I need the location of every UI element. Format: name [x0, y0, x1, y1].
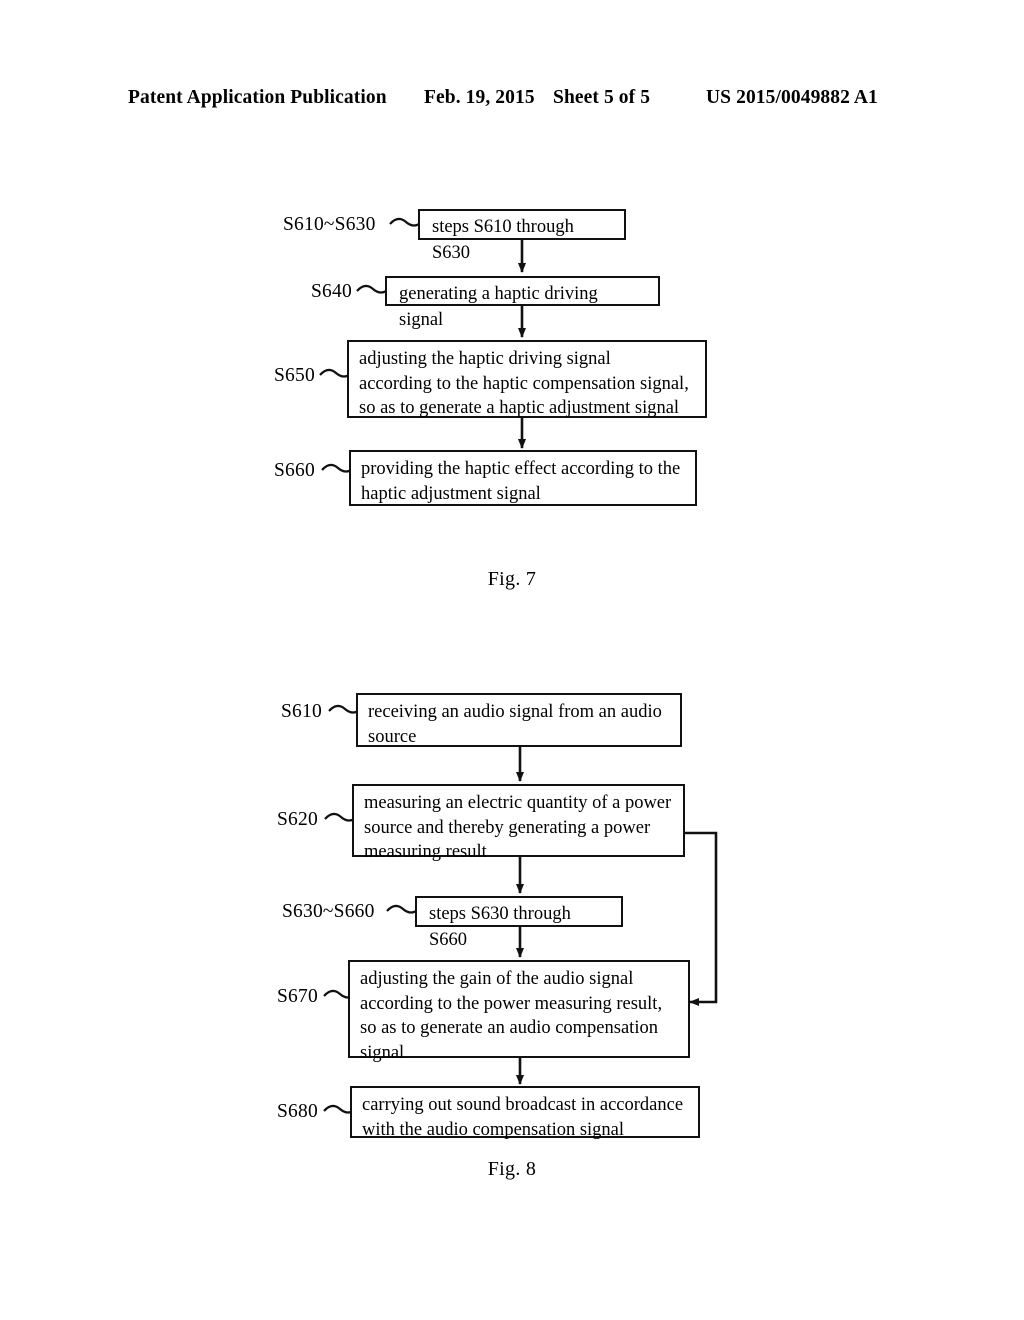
flow-box-steps-s630-through-s660[interactable]: steps S630 through S660	[415, 896, 623, 950]
flow-box-s620-measuring-electric-quantity[interactable]: measuring an electric quantity of a powe…	[352, 784, 685, 862]
figure-8: S610 S620 S630~S660 S670 S680 receiving …	[0, 670, 1024, 1210]
header-patent-number: US 2015/0049882 A1	[706, 87, 878, 108]
flow-box-s640-generating-haptic-driving-signal[interactable]: generating a haptic driving signal	[385, 276, 660, 330]
flow-box-s660-providing-haptic-effect[interactable]: providing the haptic effect according to…	[349, 450, 697, 506]
step-ref-s640: S640	[311, 281, 352, 302]
flow-box-s610-receiving-audio-signal[interactable]: receiving an audio signal from an audio …	[356, 693, 682, 747]
step-ref-s680: S680	[277, 1101, 318, 1122]
header-publication-title: Patent Application Publication	[128, 87, 387, 108]
page-header: Patent Application Publication Feb. 19, …	[0, 86, 1024, 116]
step-ref-s620: S620	[277, 809, 318, 830]
flow-box-steps-s610-through-s630[interactable]: steps S610 through S630	[418, 209, 626, 263]
flow-box-s650-adjusting-haptic-driving-signal[interactable]: adjusting the haptic driving signal acco…	[347, 340, 707, 418]
step-ref-s630-s660: S630~S660	[282, 901, 375, 922]
step-ref-s660: S660	[274, 460, 315, 481]
header-sheet-number: Sheet 5 of 5	[553, 87, 651, 108]
figure-7-caption: Fig. 7	[487, 568, 537, 590]
step-ref-s610-s630: S610~S630	[283, 214, 376, 235]
figure-7: S610~S630 S640 S650 S660 steps S610 thro…	[0, 180, 1024, 610]
step-ref-s670: S670	[277, 986, 318, 1007]
step-ref-s650: S650	[274, 365, 315, 386]
step-ref-s610: S610	[281, 701, 322, 722]
flow-box-s670-adjusting-gain-audio-signal[interactable]: adjusting the gain of the audio signal a…	[348, 960, 690, 1063]
header-publication-date: Feb. 19, 2015	[424, 87, 535, 108]
flow-box-s680-carrying-out-sound-broadcast[interactable]: carrying out sound broadcast in accordan…	[350, 1086, 700, 1140]
figure-8-caption: Fig. 8	[487, 1158, 537, 1180]
